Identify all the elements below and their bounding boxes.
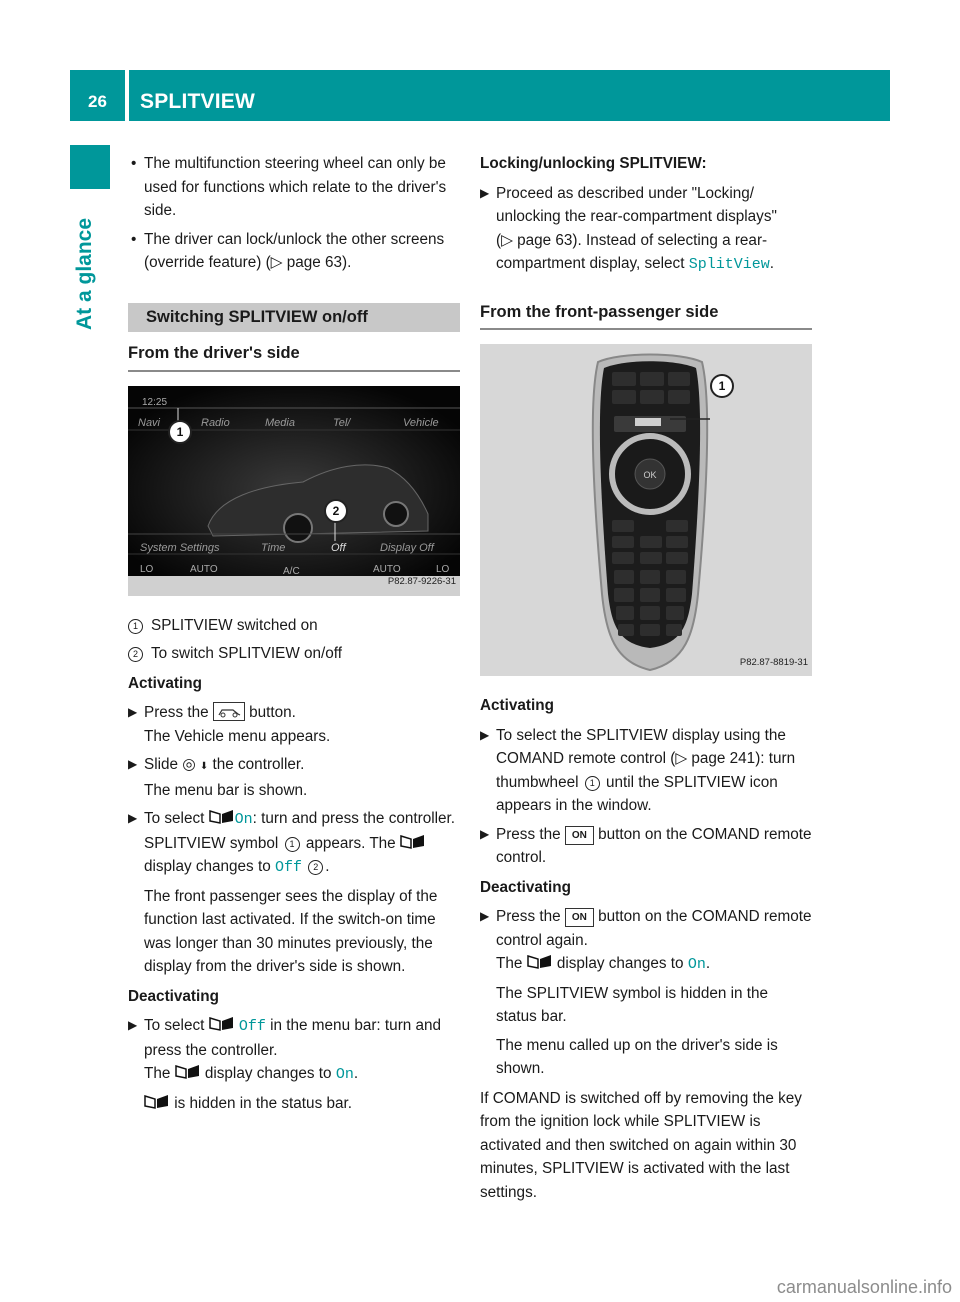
instruction-step: ▶ To select Off in the menu bar: turn an…	[128, 1014, 460, 1115]
callout-1: 1	[168, 419, 192, 444]
step-arrow-icon: ▶	[128, 757, 138, 771]
figure-code: P82.87-8819-31	[739, 656, 808, 668]
splitview-icon	[526, 954, 551, 969]
remote-control-figure: OK 1 P82.87-8819-31	[480, 344, 812, 676]
slide-down-arrow-icon: ⬇	[199, 761, 209, 772]
instruction-step: ▶ Slide ◎ ⬇ the controller. The menu bar …	[128, 753, 460, 802]
legend-item: 2 To switch SPLITVIEW on/off	[128, 642, 460, 666]
comand-display-figure: 12:25 Navi Radio Media Tel/ Vehicle Syst…	[128, 385, 460, 596]
remote-control-image: OK	[480, 344, 812, 676]
instruction-step: ▶ To select the SPLITVIEW display using …	[480, 724, 812, 818]
step-arrow-icon: ▶	[128, 1018, 138, 1032]
bullet-item: • The driver can lock/unlock the other s…	[128, 228, 460, 275]
step-arrow-icon: ▶	[128, 705, 138, 719]
splitview-icon	[174, 1064, 199, 1079]
on-button-key: ON	[564, 825, 594, 845]
page-reference-link[interactable]: ▷ page 63	[271, 254, 342, 271]
page-reference-link[interactable]: ▷ page 241	[675, 750, 755, 767]
page-reference-link[interactable]: ▷ page 63	[501, 232, 572, 249]
watermark: carmanualsonline.info	[776, 1277, 952, 1297]
bullet-item: • The multifunction steering wheel can o…	[128, 152, 460, 223]
menu-tel: Tel/	[333, 416, 351, 429]
menu-navi: Navi	[138, 416, 161, 429]
vehicle-button-icon	[212, 702, 245, 721]
bullet-dot-icon: •	[131, 230, 137, 248]
left-column: • The multifunction steering wheel can o…	[128, 152, 460, 1120]
splitview-icon	[208, 1016, 233, 1031]
right-column: Locking/unlocking SPLITVIEW: ▶ Proceed a…	[480, 152, 812, 1204]
locking-label: Locking/unlocking SPLITVIEW:	[480, 155, 707, 172]
callout-thumbwheel: 1	[710, 374, 734, 398]
splitview-icon	[144, 1094, 168, 1109]
figure-code: P82.87-9226-31	[387, 576, 456, 587]
splitview-icon	[208, 809, 233, 824]
closing-paragraph: If COMAND is switched off by removing th…	[480, 1089, 802, 1201]
menu-media: Media	[265, 416, 295, 429]
controller-icon: ◎	[182, 756, 196, 773]
status-time: 12:25	[142, 396, 168, 408]
activating-label: Activating	[128, 674, 202, 692]
step-arrow-icon: ▶	[480, 826, 490, 841]
section-title: SPLITVIEW	[140, 90, 255, 113]
instruction-step: ▶ Proceed as described under "Locking/ u…	[480, 182, 812, 277]
menu-system-settings: System Settings	[140, 541, 220, 554]
callout-2: 2	[324, 498, 348, 523]
splitview-icon	[400, 834, 424, 849]
subheading-passenger-side: From the front-passenger side	[480, 301, 812, 330]
menu-splitview-off: Off	[331, 541, 346, 554]
menu-display-off: Display Off	[380, 541, 434, 554]
instruction-step: ▶ Press the ON button on the COMAND remo…	[480, 905, 812, 1081]
activating-label: Activating	[480, 697, 554, 714]
step-arrow-icon: ▶	[480, 909, 490, 923]
step-arrow-icon: ▶	[480, 185, 490, 200]
deactivating-label: Deactivating	[480, 878, 571, 896]
subheading-driver-side: From the driver's side	[128, 342, 460, 372]
section-heading: Switching SPLITVIEW on/off	[128, 302, 460, 332]
instruction-step: ▶ To select On: turn and press the contr…	[128, 807, 460, 979]
side-chapter-label: At a glance	[73, 217, 96, 330]
menu-vehicle: Vehicle	[403, 416, 439, 429]
menu-time: Time	[261, 541, 286, 554]
legend-item: 1 SPLITVIEW switched on	[128, 614, 460, 638]
deactivating-label: Deactivating	[128, 987, 219, 1005]
side-tab-block	[70, 145, 110, 189]
bullet-dot-icon: •	[131, 155, 137, 172]
instruction-step: ▶ Press the button. The Vehicle menu appe…	[128, 701, 460, 748]
menu-radio: Radio	[201, 416, 230, 429]
svg-text:OK: OK	[643, 470, 656, 480]
page-number: 26	[88, 92, 107, 111]
on-button-key: ON	[564, 908, 594, 927]
step-arrow-icon: ▶	[480, 727, 490, 742]
instruction-step: ▶ Press the ON button on the COMAND remo…	[480, 823, 812, 870]
step-arrow-icon: ▶	[128, 811, 138, 825]
